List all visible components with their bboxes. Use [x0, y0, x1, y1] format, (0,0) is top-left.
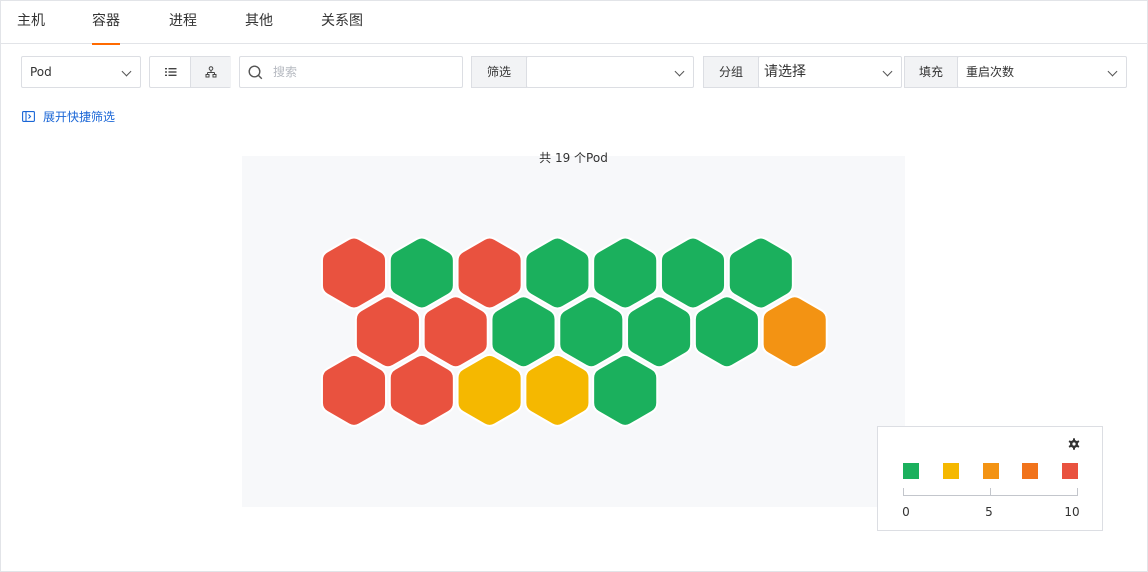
pod-hexagon[interactable] [761, 295, 828, 369]
search-box[interactable]: 搜索 [239, 56, 463, 88]
group-value: 请选择 [764, 64, 806, 80]
tab-relation-graph[interactable]: 关系图 [321, 1, 363, 44]
pod-hexagon[interactable] [693, 295, 760, 369]
active-tab-indicator [92, 43, 120, 45]
pod-hexagon[interactable] [456, 236, 523, 310]
object-type-value: Pod [30, 65, 52, 79]
pod-hexagon[interactable] [388, 353, 455, 427]
fill-label: 填充 [904, 56, 958, 88]
legend-swatch [903, 463, 919, 479]
hierarchy-icon [205, 66, 217, 78]
container-view-panel: 主机 容器 进程 其他 关系图 Pod 搜索 筛选 分组 请选择 填充 重启次数… [0, 0, 1148, 572]
legend-tick-label: 5 [985, 505, 993, 519]
object-type-select[interactable]: Pod [21, 56, 141, 88]
honeycomb-chart [242, 156, 905, 507]
legend-tick-label: 0 [902, 505, 910, 519]
tab-process-label: 进程 [169, 13, 197, 29]
expand-panel-icon [22, 110, 35, 122]
pod-hexagon[interactable] [524, 236, 591, 310]
pod-hexagon[interactable] [456, 353, 523, 427]
expand-quick-filter-link[interactable]: 展开快捷筛选 [22, 108, 115, 124]
search-icon [248, 65, 263, 80]
legend-swatch [942, 463, 959, 479]
pod-hexagon[interactable] [524, 353, 591, 427]
fill-select[interactable]: 重启次数 [957, 56, 1127, 88]
legend-swatch [1022, 463, 1039, 479]
legend-axis [903, 488, 1078, 496]
pod-hexagon[interactable] [626, 295, 693, 369]
pod-hexagon[interactable] [422, 295, 489, 369]
pod-hexagon[interactable] [388, 236, 455, 310]
fill-value: 重启次数 [966, 65, 1015, 79]
tab-container[interactable]: 容器 [92, 1, 120, 45]
tab-bar: 主机 容器 进程 其他 关系图 [1, 1, 1147, 45]
color-legend: 0 5 10 [877, 426, 1103, 531]
tab-other-label: 其他 [245, 13, 273, 29]
quick-filter-label: 展开快捷筛选 [43, 109, 116, 124]
chevron-down-icon [674, 66, 685, 77]
tab-process[interactable]: 进程 [169, 1, 197, 44]
chevron-down-icon [121, 66, 132, 77]
filter-label: 筛选 [471, 56, 527, 88]
chevron-down-icon [882, 66, 893, 77]
legend-swatch [982, 463, 999, 479]
list-icon [164, 68, 176, 76]
pod-hexagon[interactable] [354, 295, 421, 369]
filter-select[interactable] [526, 56, 694, 88]
search-placeholder: 搜索 [273, 65, 298, 79]
pod-hexagon[interactable] [727, 236, 794, 310]
pod-hexagon[interactable] [320, 236, 388, 310]
tab-container-label: 容器 [92, 13, 120, 29]
gear-icon[interactable] [1067, 437, 1081, 451]
honeycomb-svg [320, 236, 828, 427]
graph-view-button[interactable] [190, 57, 231, 87]
pod-hexagon[interactable] [592, 353, 659, 427]
pod-hexagon[interactable] [592, 236, 659, 310]
chart-title: 共 19 个Pod [539, 151, 608, 165]
chevron-down-icon [1107, 66, 1118, 77]
tab-host[interactable]: 主机 [17, 1, 45, 44]
pod-hexagon[interactable] [490, 295, 557, 369]
pod-hexagon[interactable] [659, 236, 727, 310]
pod-hexagon[interactable] [558, 295, 625, 369]
legend-swatch [1062, 463, 1078, 479]
group-select[interactable]: 请选择 [758, 56, 902, 88]
tab-host-label: 主机 [17, 13, 45, 29]
group-label: 分组 [703, 56, 759, 88]
pod-hexagon[interactable] [320, 353, 388, 427]
tab-relation-graph-label: 关系图 [321, 13, 363, 29]
list-view-button[interactable] [150, 57, 191, 87]
legend-tick-label: 10 [1064, 505, 1080, 519]
tab-other[interactable]: 其他 [245, 1, 273, 44]
view-toggle [149, 56, 231, 88]
